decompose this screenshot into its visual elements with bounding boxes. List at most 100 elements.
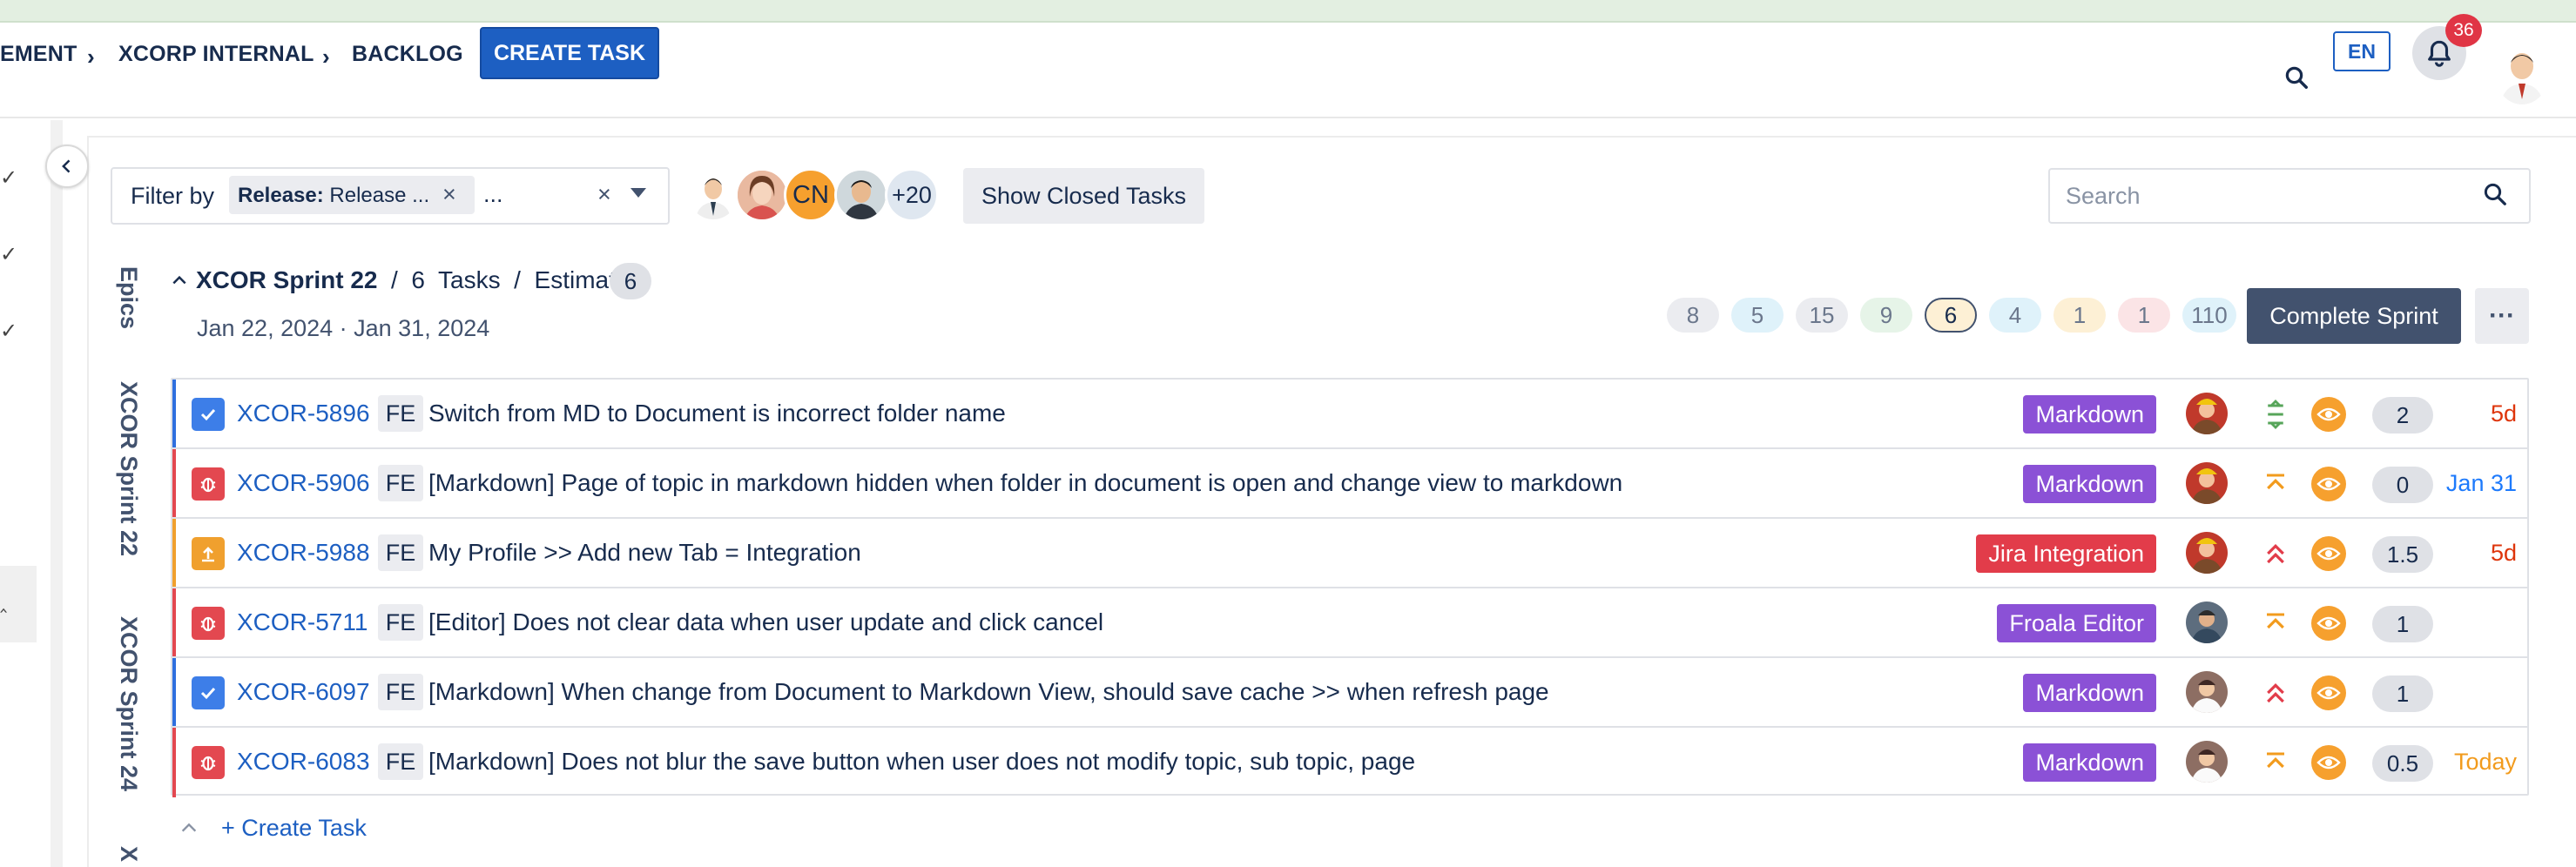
complete-sprint-button[interactable]: Complete Sprint [2247, 288, 2461, 344]
filter-chip-release[interactable]: Release: Release ... [229, 176, 475, 214]
epic-tag[interactable]: Markdown [2023, 743, 2156, 782]
due-date-label: Today [2453, 749, 2517, 775]
chevron-left-icon [58, 158, 76, 175]
status-count-badge[interactable]: 1 [2053, 298, 2106, 333]
story-points-badge[interactable]: 1 [2372, 606, 2433, 642]
chevron-up-icon[interactable] [179, 818, 199, 837]
create-task-button[interactable]: CREATE TASK [480, 27, 659, 79]
search-icon[interactable] [2482, 181, 2508, 207]
sprint-24-side-tab[interactable]: XCOR Sprint 24 [115, 616, 142, 791]
breadcrumb-backlog[interactable]: BACKLOG [352, 42, 463, 67]
more-members-avatar[interactable]: +20 [885, 168, 939, 222]
rail-check-icon[interactable]: ✓ [0, 319, 17, 344]
estimate-count-badge: 6 [610, 263, 651, 299]
create-task-link[interactable]: + Create Task [221, 815, 367, 842]
sprint-task-count: 6 [411, 266, 425, 293]
task-key-link[interactable]: XCOR-5988 [237, 539, 370, 567]
assignee-avatar[interactable] [2186, 671, 2228, 713]
task-type-bar [172, 658, 176, 726]
watch-eye-icon[interactable] [2311, 745, 2346, 780]
watch-eye-icon[interactable] [2311, 606, 2346, 641]
task-row[interactable]: XCOR-6097 FE [Markdown] When change from… [172, 658, 2527, 728]
member-avatar-initials[interactable]: CN [784, 168, 838, 222]
status-count-badge[interactable]: 5 [1731, 298, 1784, 333]
task-row[interactable]: XCOR-5711 FE [Editor] Does not clear dat… [172, 588, 2527, 658]
story-points-badge[interactable]: 0 [2372, 467, 2433, 503]
task-type-bar [172, 449, 176, 517]
status-count-badge[interactable]: 9 [1860, 298, 1912, 333]
status-count-badge[interactable]: 4 [1989, 298, 2041, 333]
rail-expand-icon[interactable]: ‸ [0, 588, 7, 614]
epic-tag[interactable]: Markdown [2023, 674, 2156, 712]
story-points-badge[interactable]: 0.5 [2372, 745, 2433, 782]
search-icon[interactable] [2283, 64, 2310, 91]
task-key-link[interactable]: XCOR-6097 [237, 678, 370, 706]
epics-side-tab[interactable]: Epics [115, 266, 142, 329]
sprint-22-side-tab[interactable]: XCOR Sprint 22 [115, 381, 142, 556]
search-placeholder: Search [2066, 183, 2141, 209]
task-summary[interactable]: My Profile >> Add new Tab = Integration [428, 539, 861, 567]
total-points-badge[interactable]: 110 [2182, 298, 2236, 333]
task-key-link[interactable]: XCOR-5906 [237, 469, 370, 497]
task-summary[interactable]: Switch from MD to Document is incorrect … [428, 400, 1006, 427]
story-points-badge[interactable]: 2 [2372, 397, 2433, 434]
due-date-label: 5d [2490, 540, 2517, 566]
epic-tag[interactable]: Markdown [2023, 465, 2156, 503]
assignee-avatar[interactable] [2186, 462, 2228, 504]
assignee-avatar[interactable] [2186, 602, 2228, 643]
clear-filter-icon[interactable]: × [597, 181, 611, 208]
task-summary[interactable]: [Markdown] Does not blur the save button… [428, 748, 1415, 776]
breadcrumb-xcorp-internal[interactable]: XCORP INTERNAL [118, 42, 314, 67]
rail-check-icon[interactable]: ✓ [0, 165, 17, 191]
status-count-badge[interactable]: 15 [1796, 298, 1848, 333]
team-badge: FE [378, 534, 423, 571]
more-options-button[interactable]: ··· [2475, 288, 2529, 344]
breadcrumb-project[interactable]: EMENT [0, 42, 78, 67]
task-row[interactable]: XCOR-5906 FE [Markdown] Page of topic in… [172, 449, 2527, 519]
status-count-badge-active[interactable]: 6 [1925, 298, 1977, 333]
language-switcher[interactable]: EN [2333, 31, 2391, 71]
assignee-avatar[interactable] [2186, 741, 2228, 783]
assignee-avatar[interactable] [2186, 532, 2228, 574]
task-row[interactable]: XCOR-5896 FE Switch from MD to Document … [172, 380, 2527, 449]
story-points-badge[interactable]: 1.5 [2372, 536, 2433, 573]
collapse-sidebar-button[interactable] [45, 144, 89, 188]
rail-scrollbar[interactable] [51, 120, 63, 867]
chip-close-icon[interactable]: × [442, 181, 456, 208]
watch-eye-icon[interactable] [2311, 675, 2346, 710]
priority-high-icon [2262, 747, 2289, 778]
task-summary[interactable]: [Markdown] Page of topic in markdown hid… [428, 469, 1622, 497]
show-closed-tasks-button[interactable]: Show Closed Tasks [963, 168, 1204, 224]
bug-icon [192, 607, 225, 640]
sprint-collapse-chevron-icon[interactable] [171, 272, 188, 294]
priority-highest-icon [2262, 677, 2289, 709]
assignee-avatar[interactable] [2186, 393, 2228, 434]
task-row[interactable]: XCOR-6083 FE [Markdown] Does not blur th… [172, 728, 2527, 797]
task-key-link[interactable]: XCOR-5896 [237, 400, 370, 427]
next-sprint-side-tab[interactable]: X [115, 846, 142, 862]
task-key-link[interactable]: XCOR-6083 [237, 748, 370, 776]
epic-tag[interactable]: Markdown [2023, 395, 2156, 434]
filter-chip-value: Release ... [323, 184, 430, 207]
status-count-badge[interactable]: 1 [2118, 298, 2170, 333]
member-avatar[interactable] [834, 168, 888, 222]
task-summary[interactable]: [Markdown] When change from Document to … [428, 678, 1549, 706]
status-count-badge[interactable]: 8 [1667, 298, 1719, 333]
user-avatar[interactable] [2496, 47, 2548, 104]
watch-eye-icon[interactable] [2311, 397, 2346, 432]
watch-eye-icon[interactable] [2311, 467, 2346, 501]
epic-tag[interactable]: Jira Integration [1976, 534, 2156, 573]
epic-tag[interactable]: Froala Editor [1997, 604, 2156, 642]
task-key-link[interactable]: XCOR-5711 [237, 608, 368, 636]
sprint-name[interactable]: XCOR Sprint 22 [196, 266, 377, 293]
member-avatar[interactable] [735, 168, 789, 222]
rail-check-icon[interactable]: ✓ [0, 242, 17, 267]
task-summary[interactable]: [Editor] Does not clear data when user u… [428, 608, 1103, 636]
member-avatar[interactable] [686, 168, 740, 222]
story-points-badge[interactable]: 1 [2372, 675, 2433, 712]
task-row[interactable]: XCOR-5988 FE My Profile >> Add new Tab =… [172, 519, 2527, 588]
task-type-bar [172, 728, 176, 797]
watch-eye-icon[interactable] [2311, 536, 2346, 571]
dropdown-caret-icon[interactable] [631, 188, 646, 198]
priority-medium-icon [2262, 399, 2289, 430]
